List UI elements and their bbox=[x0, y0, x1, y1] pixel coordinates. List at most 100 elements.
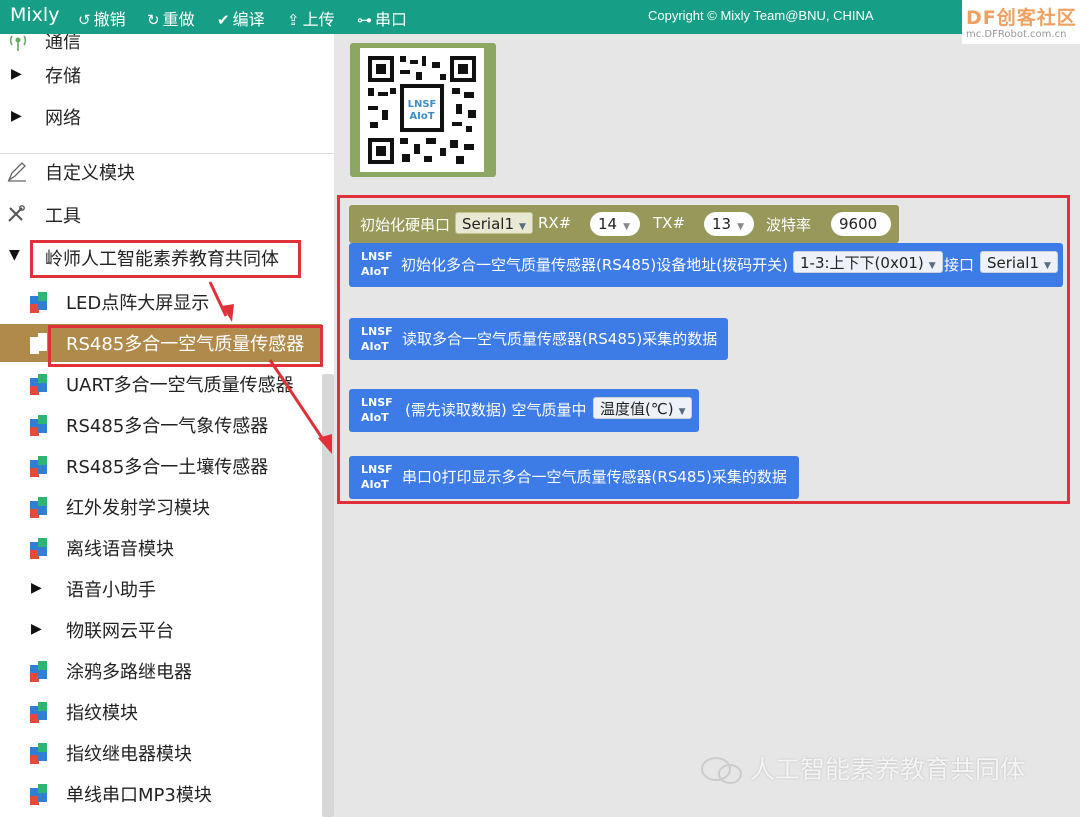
blockly-workspace[interactable]: LNSF AIoT 初始化硬串口 Serial1 ▼ RX# 14 ▼ TX# 13… bbox=[334, 34, 1080, 817]
lnsf-aiot-logo: LNSF AIoT bbox=[361, 250, 393, 278]
caret-right-icon: ▶ bbox=[31, 621, 42, 637]
serial-label: 串口 bbox=[375, 10, 408, 29]
caret-right-icon: ▶ bbox=[11, 108, 22, 124]
get-air-quality-value-block[interactable]: LNSF AIoT (需先读取数据) 空气质量中 温度值(℃) ▼ bbox=[349, 389, 699, 432]
sidebar-item-iot-cloud[interactable]: ▶ 物联网云平台 bbox=[0, 611, 320, 649]
dropdown-arrow-icon: ▼ bbox=[1044, 261, 1051, 271]
copyright-text: Copyright © Mixly Team@BNU, CHINA bbox=[648, 8, 874, 23]
print-air-sensor-data-block[interactable]: LNSF AIoT 串口0打印显示多合一空气质量传感器(RS485)采集的数据 bbox=[349, 456, 799, 499]
sidebar-item-storage[interactable]: ▶ 存储 bbox=[0, 56, 320, 94]
sidebar-item-tools[interactable]: 工具 bbox=[0, 196, 320, 234]
sidebar-item-fingerprint-relay[interactable]: 指纹继电器模块 bbox=[0, 734, 320, 772]
redo-button[interactable]: ↻ 重做 bbox=[147, 6, 195, 30]
baud-rate-input[interactable]: 9600 bbox=[831, 212, 891, 236]
block-label: 接口 bbox=[944, 256, 975, 274]
init-hardware-serial-block[interactable]: 初始化硬串口 Serial1 ▼ RX# 14 ▼ TX# 13 ▼ 波特率 9600 bbox=[349, 205, 899, 243]
upload-icon: ⇪ bbox=[287, 11, 300, 29]
sidebar-item-mp3-module[interactable]: 单线串口MP3模块 bbox=[0, 775, 320, 813]
upload-label: 上传 bbox=[302, 10, 335, 29]
rx-pin-dropdown[interactable]: 14 ▼ bbox=[590, 212, 640, 236]
sidebar-item-label: 单线串口MP3模块 bbox=[66, 785, 212, 806]
init-air-sensor-block[interactable]: LNSF AIoT 初始化多合一空气质量传感器(RS485)设备地址(拨码开关) … bbox=[349, 243, 1063, 287]
block-label: 波特率 bbox=[766, 216, 812, 234]
blocks-icon bbox=[27, 497, 49, 519]
block-label: RX# bbox=[538, 214, 572, 232]
upload-button[interactable]: ⇪ 上传 bbox=[287, 6, 335, 30]
compile-icon: ✔ bbox=[217, 11, 230, 29]
lnsf-aiot-logo: LNSF AIoT bbox=[361, 463, 393, 491]
caret-right-icon: ▶ bbox=[11, 66, 22, 82]
redo-icon: ↻ bbox=[147, 11, 160, 29]
sidebar-item-label: 网络 bbox=[45, 108, 81, 129]
sidebar-item-led-matrix[interactable]: LED点阵大屏显示 bbox=[0, 283, 320, 321]
serial-port-dropdown[interactable]: Serial1 ▼ bbox=[455, 212, 533, 234]
sidebar-item-rs485-weather[interactable]: RS485多合一气象传感器 bbox=[0, 406, 320, 444]
wechat-icon bbox=[700, 756, 744, 786]
highlight-box-category bbox=[30, 240, 301, 278]
sidebar-item-label: 自定义模块 bbox=[45, 163, 135, 184]
qr-logo-line1: LNSF bbox=[408, 99, 437, 110]
blocks-icon bbox=[27, 538, 49, 560]
tx-pin-dropdown[interactable]: 13 ▼ bbox=[704, 212, 754, 236]
undo-button[interactable]: ↺ 撤销 bbox=[78, 6, 126, 30]
sidebar-item-offline-voice[interactable]: 离线语音模块 bbox=[0, 529, 320, 567]
sidebar-item-label: 语音小助手 bbox=[66, 580, 156, 601]
lnsf-aiot-logo: LNSF AIoT bbox=[361, 396, 393, 424]
highlight-box-selected bbox=[48, 325, 323, 367]
undo-icon: ↺ bbox=[78, 11, 91, 29]
sidebar-item-ir-module[interactable]: 红外发射学习模块 bbox=[0, 488, 320, 526]
dropdown-arrow-icon: ▼ bbox=[623, 222, 631, 232]
field-value: 14 bbox=[598, 215, 618, 233]
field-value: 13 bbox=[712, 215, 732, 233]
category-sidebar: 通信 ▶ 存储 ▶ 网络 自定义模块 工具 ▼ 岭师人工智能素养教育共同体 LE… bbox=[0, 34, 334, 817]
blocks-icon bbox=[27, 415, 49, 437]
field-value: 9600 bbox=[839, 215, 878, 233]
sidebar-item-custom-module[interactable]: 自定义模块 bbox=[0, 153, 320, 191]
undo-label: 撤销 bbox=[93, 10, 126, 29]
caret-down-icon: ▼ bbox=[9, 247, 20, 263]
usb-icon: ⊶ bbox=[357, 11, 372, 29]
compile-button[interactable]: ✔ 编译 bbox=[217, 6, 265, 30]
device-address-dropdown[interactable]: 1-3:上下下(0x01) ▼ bbox=[793, 251, 943, 273]
sidebar-item-label: 存储 bbox=[45, 66, 81, 87]
sidebar-item-label: 指纹继电器模块 bbox=[66, 744, 192, 765]
top-toolbar: Mixly ↺ 撤销 ↻ 重做 ✔ 编译 ⇪ 上传 ⊶ 串口 Copyright © Mi… bbox=[0, 0, 1080, 34]
block-label: 串口0打印显示多合一空气质量传感器(RS485)采集的数据 bbox=[402, 468, 787, 486]
app-title: Mixly bbox=[10, 4, 60, 26]
blocks-icon bbox=[27, 374, 49, 396]
serial-button[interactable]: ⊶ 串口 bbox=[357, 6, 407, 30]
tools-icon bbox=[6, 204, 28, 226]
sidebar-item-label: 通信 bbox=[45, 34, 81, 53]
read-air-sensor-block[interactable]: LNSF AIoT 读取多合一空气质量传感器(RS485)采集的数据 bbox=[349, 318, 728, 360]
sidebar-item-tuya-relay[interactable]: 涂鸦多路继电器 bbox=[0, 652, 320, 690]
lnsf-aiot-logo: LNSF AIoT bbox=[361, 325, 393, 353]
sidebar-item-label: UART多合一空气质量传感器 bbox=[66, 375, 294, 396]
wechat-watermark: 人工智能素养教育共同体 bbox=[700, 750, 1025, 786]
sidebar-item-label: RS485多合一气象传感器 bbox=[66, 416, 269, 437]
redo-label: 重做 bbox=[162, 10, 195, 29]
field-value: 温度值(℃) bbox=[600, 400, 674, 418]
sidebar-item-rs485-soil[interactable]: RS485多合一土壤传感器 bbox=[0, 447, 320, 485]
field-value: Serial1 bbox=[462, 215, 514, 233]
dropdown-arrow-icon: ▼ bbox=[678, 407, 686, 417]
pen-icon bbox=[6, 161, 28, 183]
sensor-port-dropdown[interactable]: Serial1 ▼ bbox=[980, 251, 1058, 273]
sidebar-item-network[interactable]: ▶ 网络 bbox=[0, 98, 320, 136]
sidebar-scrollbar[interactable] bbox=[322, 374, 334, 817]
block-label: (需先读取数据) 空气质量中 bbox=[405, 401, 587, 419]
antenna-icon bbox=[8, 34, 30, 54]
sidebar-item-uart-air-quality[interactable]: UART多合一空气质量传感器 bbox=[0, 365, 320, 403]
sidebar-item-fingerprint[interactable]: 指纹模块 bbox=[0, 693, 320, 731]
block-label: 初始化多合一空气质量传感器(RS485)设备地址(拨码开关) bbox=[401, 256, 788, 274]
blocks-icon bbox=[27, 333, 49, 355]
sidebar-item-label: 物联网云平台 bbox=[66, 621, 174, 642]
qr-code-block[interactable]: LNSF AIoT bbox=[350, 43, 496, 177]
blocks-icon bbox=[27, 661, 49, 683]
qr-code-image: LNSF AIoT bbox=[360, 48, 484, 172]
measurement-dropdown[interactable]: 温度值(℃) ▼ bbox=[593, 397, 693, 419]
wechat-watermark-text: 人工智能素养教育共同体 bbox=[750, 755, 1026, 784]
sidebar-item-label: LED点阵大屏显示 bbox=[66, 293, 210, 314]
blocks-icon bbox=[27, 743, 49, 765]
block-label: TX# bbox=[653, 214, 686, 232]
sidebar-item-voice-assistant[interactable]: ▶ 语音小助手 bbox=[0, 570, 320, 608]
